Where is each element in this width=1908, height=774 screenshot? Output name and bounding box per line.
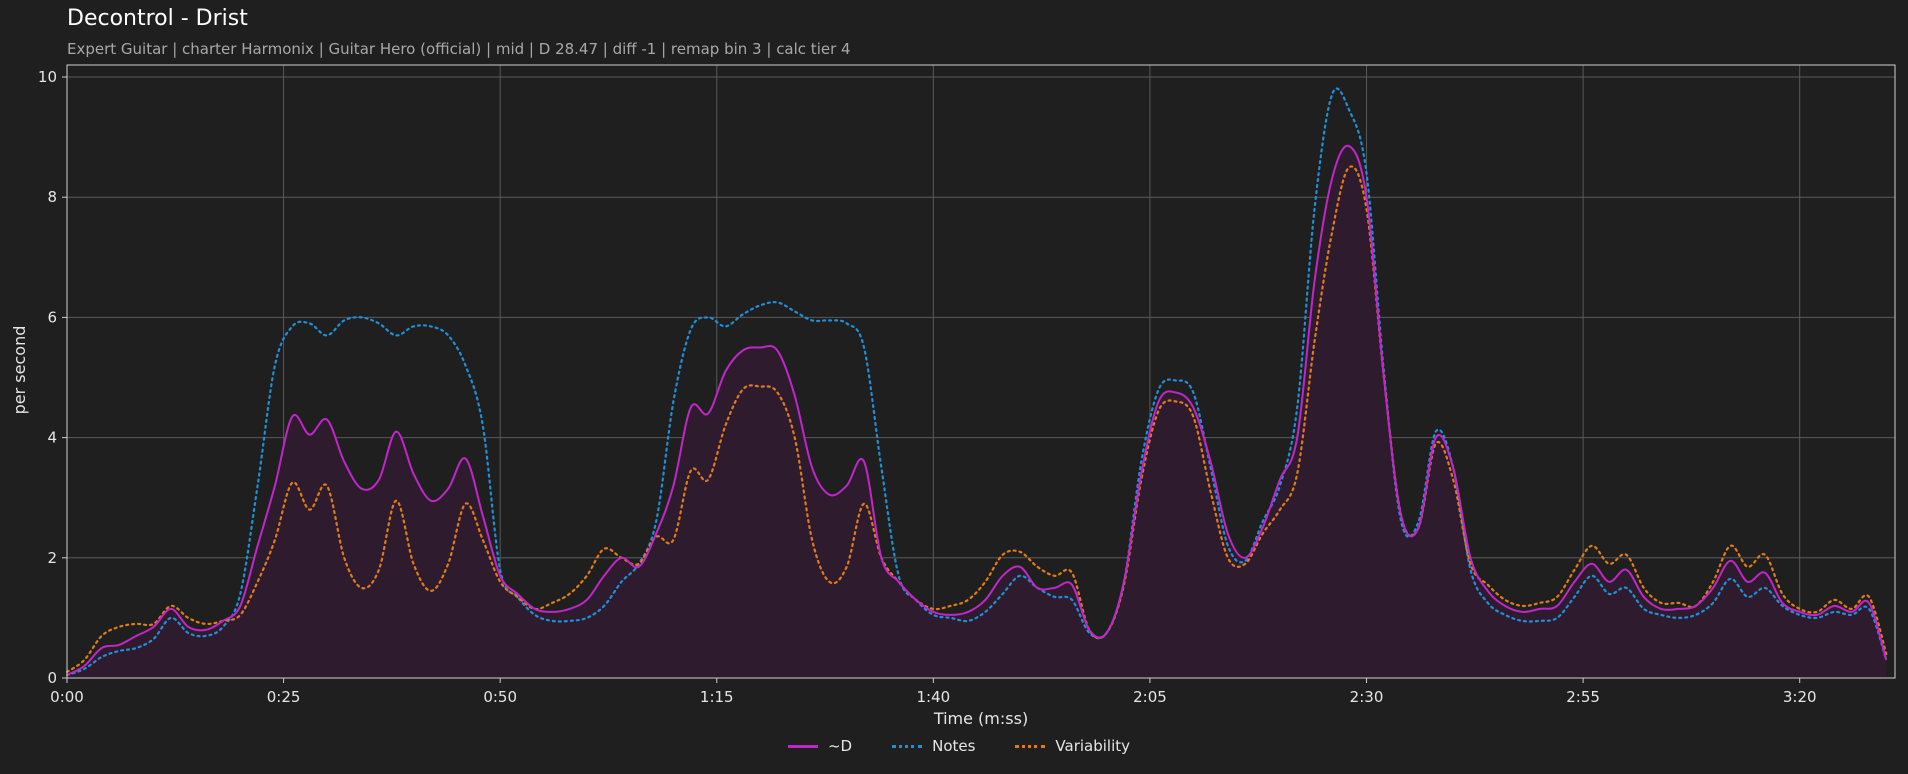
x-axis-label: Time (m:ss) bbox=[933, 709, 1028, 728]
legend: ~D Notes Variability bbox=[0, 737, 1908, 755]
legend-swatch bbox=[787, 744, 818, 748]
y-tick-label: 0 bbox=[47, 669, 57, 687]
legend-label: ~D bbox=[827, 737, 853, 755]
line-chart: 0:00 0:25 0:50 1:15 1:40 2:05 2:30 2:55 3:20 0 2 4 6… bbox=[10, 64, 1896, 728]
legend-item: ~D bbox=[787, 737, 853, 755]
x-tick-label: 0:00 bbox=[50, 688, 84, 706]
x-tick-label: 3:20 bbox=[1783, 688, 1817, 706]
legend-label: Variability bbox=[1055, 737, 1131, 755]
y-tick-label: 2 bbox=[47, 549, 57, 567]
x-tick-label: 0:50 bbox=[483, 688, 517, 706]
y-tick-label: 6 bbox=[47, 308, 57, 326]
x-tick-label: 0:25 bbox=[267, 688, 301, 706]
legend-item: Notes bbox=[892, 737, 975, 755]
x-tick-label: 2:05 bbox=[1133, 688, 1167, 706]
x-tick-label: 2:55 bbox=[1566, 688, 1600, 706]
y-tick-label: 10 bbox=[38, 68, 57, 86]
y-tick-label: 8 bbox=[47, 188, 57, 206]
y-axis-label: per second bbox=[10, 326, 29, 415]
series-area-d bbox=[67, 145, 1887, 678]
y-tick-label: 4 bbox=[47, 429, 57, 447]
x-tick-label: 2:30 bbox=[1350, 688, 1384, 706]
legend-swatch bbox=[1015, 744, 1046, 748]
area-fill bbox=[67, 145, 1887, 678]
x-tick-label: 1:15 bbox=[700, 688, 734, 706]
legend-item: Variability bbox=[1015, 737, 1130, 755]
x-tick-label: 1:40 bbox=[917, 688, 951, 706]
legend-label: Notes bbox=[932, 737, 976, 755]
legend-swatch bbox=[892, 744, 923, 748]
